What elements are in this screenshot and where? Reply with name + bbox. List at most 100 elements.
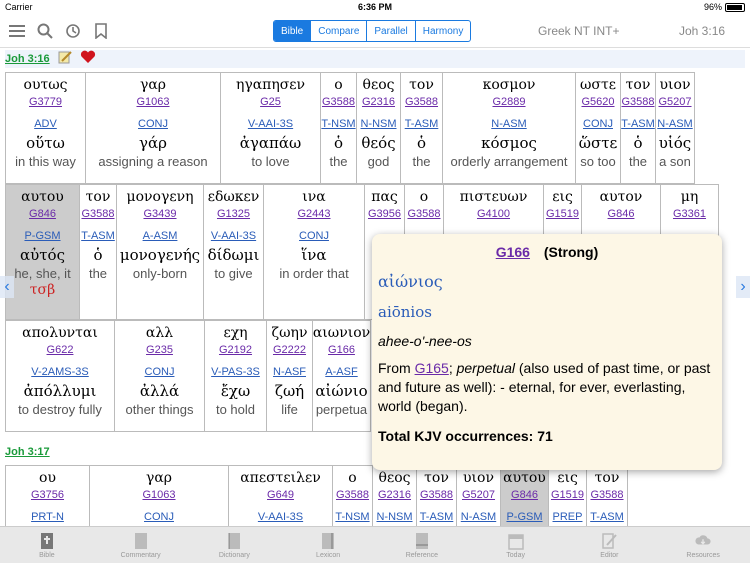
word-cell[interactable]: τον G3588 T-ASM — [587, 465, 628, 527]
strongs-link[interactable]: G2192 — [219, 343, 252, 357]
word-cell[interactable]: εδωκεν G1325 V-AAI-3S δίδωμι to give — [204, 184, 264, 320]
morphology-link[interactable]: V-AAI-3S — [248, 117, 293, 131]
word-cell[interactable]: εχη G2192 V-PAS-3S ἔχω to hold — [205, 320, 267, 432]
word-cell[interactable]: ωστε G5620 CONJ ὥστε so too — [576, 72, 621, 184]
strongs-link[interactable]: G3588 — [420, 488, 453, 502]
strongs-link[interactable]: G3779 — [29, 95, 62, 109]
word-cell[interactable]: εις G1519 PREP — [549, 465, 587, 527]
strongs-link[interactable]: G5207 — [658, 95, 691, 109]
previous-chapter-arrow[interactable]: ‹ — [0, 276, 14, 298]
morphology-link[interactable]: V-PAS-3S — [211, 365, 260, 379]
word-cell[interactable]: γαρ G1063 CONJ — [90, 465, 229, 527]
reference-selector[interactable]: Joh 3:16 — [679, 24, 725, 38]
word-cell[interactable]: αλλ G235 CONJ ἀλλά other things — [115, 320, 205, 432]
strongs-link[interactable]: G1519 — [551, 488, 584, 502]
strongs-link[interactable]: G1519 — [546, 207, 579, 221]
next-chapter-arrow[interactable]: › — [736, 276, 750, 298]
tab-editor[interactable]: Editor — [563, 527, 657, 563]
morphology-link[interactable]: V-AAI-3S — [211, 229, 256, 243]
morphology-link[interactable]: PREP — [553, 510, 583, 524]
strongs-link[interactable]: G846 — [511, 488, 538, 502]
morphology-link[interactable]: T-NSM — [321, 117, 355, 131]
verse-reference-link[interactable]: Joh 3:17 — [5, 446, 50, 458]
morphology-link[interactable]: T-ASM — [81, 229, 115, 243]
word-cell[interactable]: ο G3588 T-NSM — [333, 465, 373, 527]
word-cell[interactable]: τον G3588 T-ASM ὁ the — [401, 72, 443, 184]
morphology-link[interactable]: A-ASM — [143, 229, 178, 243]
strongs-link[interactable]: G846 — [608, 207, 635, 221]
strongs-link[interactable]: G2889 — [492, 95, 525, 109]
strongs-link[interactable]: G2316 — [378, 488, 411, 502]
word-cell[interactable]: υιον G5207 N-ASM υἱός a son — [656, 72, 695, 184]
tab-resources[interactable]: Resources — [656, 527, 750, 563]
word-cell[interactable]: αιωνιον G166 A-ASF αἰώνιο perpetua — [313, 320, 371, 432]
strongs-link[interactable]: G1325 — [217, 207, 250, 221]
strongs-link[interactable]: G2443 — [297, 207, 330, 221]
strongs-link[interactable]: G3588 — [590, 488, 623, 502]
word-cell[interactable]: τον G3588 T-ASM ὁ the — [621, 72, 656, 184]
morphology-link[interactable]: N-ASM — [657, 117, 692, 131]
morphology-link[interactable]: CONJ — [138, 117, 168, 131]
bookmark-icon[interactable] — [90, 20, 112, 42]
word-cell[interactable]: ουτως G3779 ADV οὕτω in this way — [5, 72, 86, 184]
history-icon[interactable] — [62, 20, 84, 42]
strongs-link[interactable]: G3588 — [81, 207, 114, 221]
morphology-link[interactable]: T-ASM — [420, 510, 454, 524]
morphology-link[interactable]: P-GSM — [506, 510, 542, 524]
morphology-link[interactable]: ADV — [34, 117, 57, 131]
word-cell[interactable]: απολυνται G622 V-2AMS-3S ἀπόλλυμι to destroy… — [5, 320, 115, 432]
heart-icon[interactable] — [80, 50, 96, 69]
morphology-link[interactable]: N-ASM — [461, 510, 496, 524]
word-cell[interactable]: αυτου G846 P-GSM — [501, 465, 549, 527]
morphology-link[interactable]: V-AAI-3S — [258, 510, 303, 524]
morphology-link[interactable]: A-ASF — [325, 365, 357, 379]
morphology-link[interactable]: T-ASM — [405, 117, 439, 131]
strongs-link[interactable]: G3588 — [322, 95, 355, 109]
tab-lexicon[interactable]: Lexicon — [281, 527, 375, 563]
morphology-link[interactable]: CONJ — [144, 510, 174, 524]
morphology-link[interactable]: N-NSM — [376, 510, 412, 524]
strongs-number-link[interactable]: G166 — [496, 244, 530, 260]
morphology-link[interactable]: T-ASM — [590, 510, 624, 524]
morphology-link[interactable]: CONJ — [145, 365, 175, 379]
strongs-link[interactable]: G166 — [328, 343, 355, 357]
morphology-link[interactable]: N-ASF — [273, 365, 306, 379]
strongs-link[interactable]: G3361 — [673, 207, 706, 221]
strongs-link[interactable]: G3588 — [405, 95, 438, 109]
word-cell[interactable]: γαρ G1063 CONJ γάρ assigning a reason — [86, 72, 221, 184]
morphology-link[interactable]: N-NSM — [360, 117, 396, 131]
tab-today[interactable]: Today — [469, 527, 563, 563]
word-cell[interactable]: τον G3588 T-ASM ὁ the — [80, 184, 117, 320]
tab-commentary[interactable]: Commentary — [94, 527, 188, 563]
morphology-link[interactable]: PRT-N — [31, 510, 64, 524]
strongs-link[interactable]: G235 — [146, 343, 173, 357]
tab-dictionary[interactable]: Dictionary — [188, 527, 282, 563]
strongs-link[interactable]: G5207 — [462, 488, 495, 502]
word-cell[interactable]: κοσμον G2889 N-ASM κόσμος orderly arrangemen… — [443, 72, 576, 184]
strongs-link[interactable]: G2222 — [273, 343, 306, 357]
search-icon[interactable] — [34, 20, 56, 42]
strongs-link[interactable]: G4100 — [477, 207, 510, 221]
strongs-link[interactable]: G3588 — [407, 207, 440, 221]
module-selector[interactable]: Greek NT INT+ — [538, 24, 619, 38]
morphology-link[interactable]: V-2AMS-3S — [31, 365, 88, 379]
strongs-link[interactable]: G649 — [267, 488, 294, 502]
segment-parallel[interactable]: Parallel — [366, 21, 414, 41]
word-cell[interactable]: ινα G2443 CONJ ἵνα in order that — [264, 184, 365, 320]
morphology-link[interactable]: T-NSM — [335, 510, 369, 524]
word-cell[interactable]: ηγαπησεν G25 V-AAI-3S ἀγαπάω to love — [221, 72, 321, 184]
morphology-link[interactable]: CONJ — [583, 117, 613, 131]
tab-bible[interactable]: Bible — [0, 527, 94, 563]
word-cell[interactable]: ζωην G2222 N-ASF ζωή life — [267, 320, 313, 432]
word-cell[interactable]: ου G3756 PRT-N — [5, 465, 90, 527]
related-strongs-link[interactable]: G165 — [415, 360, 449, 376]
strongs-link[interactable]: G3588 — [621, 95, 654, 109]
word-cell[interactable]: απεστειλεν G649 V-AAI-3S — [229, 465, 333, 527]
morphology-link[interactable]: P-GSM — [24, 229, 60, 243]
strongs-link[interactable]: G2316 — [362, 95, 395, 109]
morphology-link[interactable]: CONJ — [299, 229, 329, 243]
strongs-link[interactable]: G1063 — [136, 95, 169, 109]
word-cell[interactable]: μονογενη G3439 A-ASM μονογενής only-born — [117, 184, 204, 320]
segment-bible[interactable]: Bible — [274, 21, 311, 41]
word-cell[interactable]: θεος G2316 N-NSM — [373, 465, 417, 527]
